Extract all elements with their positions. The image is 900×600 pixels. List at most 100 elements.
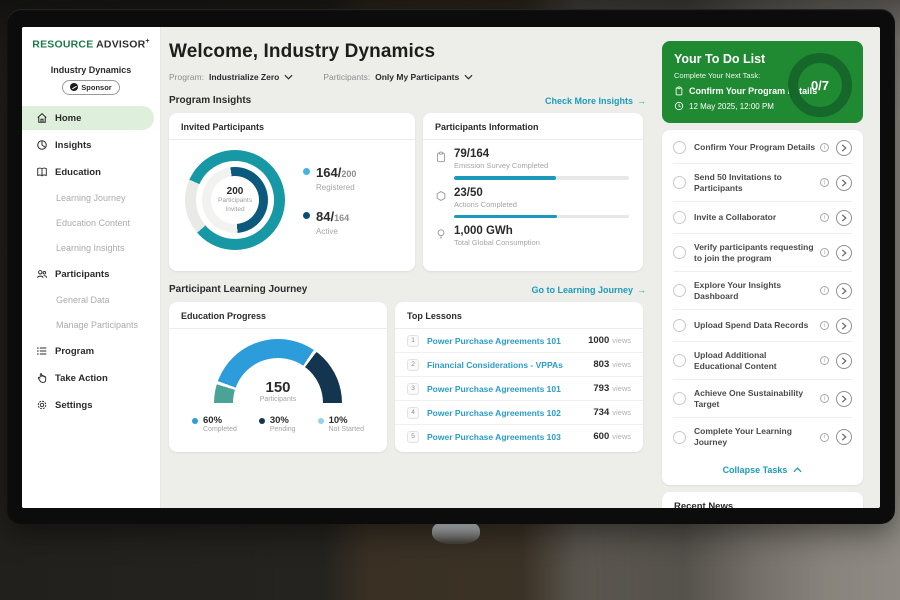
link-label: Check More Insights (545, 96, 633, 106)
legend-value: 30% (270, 415, 296, 426)
monitor-bezel: RESOURCE ADVISOR+ Industry Dynamics Spon… (7, 9, 895, 524)
sidebar-item-insights[interactable]: Insights (22, 133, 160, 157)
legend-not-started: 10% Not Started (318, 415, 364, 433)
learning-journey-header: Participant Learning Journey Go to Learn… (169, 284, 646, 295)
info-icon[interactable]: i (820, 356, 829, 365)
legend-active: 84/164 Active (303, 208, 356, 236)
task-open-button[interactable] (836, 140, 852, 156)
task-open-button[interactable] (836, 283, 852, 299)
lesson-title-link[interactable]: Power Purchase Agreements 101 (427, 336, 588, 346)
task-open-button[interactable] (836, 318, 852, 334)
donut-center-value: 200 (227, 186, 244, 197)
task-row: Confirm Your Program Details i (673, 132, 852, 164)
lesson-title-link[interactable]: Power Purchase Agreements 101 (427, 384, 593, 394)
task-checkbox[interactable] (673, 246, 686, 259)
program-icon (36, 345, 48, 357)
sidebar-item-label: Manage Participants (56, 320, 138, 330)
task-checkbox[interactable] (673, 392, 686, 405)
info-icon[interactable]: i (820, 213, 829, 222)
todo-datetime-label: 12 May 2025, 12:00 PM (689, 102, 774, 111)
task-checkbox[interactable] (673, 211, 686, 224)
task-open-button[interactable] (836, 429, 852, 445)
info-icon[interactable]: i (820, 178, 829, 187)
sidebar-item-learning-journey[interactable]: Learning Journey (22, 187, 160, 209)
todo-summary-card: Your To Do List Complete Your Next Task:… (662, 41, 863, 123)
info-icon[interactable]: i (820, 143, 829, 152)
program-insights-header: Program Insights Check More Insights → (169, 95, 646, 106)
participants-filter-dropdown[interactable]: Participants: Only My Participants (323, 72, 473, 82)
lesson-rank: 4 (407, 407, 419, 419)
actions-completed-row: 23/50 Actions Completed (435, 187, 629, 219)
task-label: Send 50 Invitations to Participants (694, 172, 816, 194)
gauge-center-value: 150 (214, 379, 342, 396)
sidebar-item-program[interactable]: Program (22, 339, 160, 363)
task-row: Send 50 Invitations to Participants i (673, 164, 852, 202)
sidebar-item-learning-insights[interactable]: Learning Insights (22, 237, 160, 259)
lesson-rank: 5 (407, 431, 419, 443)
collapse-tasks-link[interactable]: Collapse Tasks (673, 456, 852, 479)
sidebar-item-settings[interactable]: Settings (22, 393, 160, 417)
sidebar-item-education-content[interactable]: Education Content (22, 212, 160, 234)
sidebar-item-take-action[interactable]: Take Action (22, 366, 160, 390)
task-checkbox[interactable] (673, 319, 686, 332)
todo-counter: 0/7 (811, 78, 829, 93)
link-label: Go to Learning Journey (531, 285, 633, 295)
task-open-button[interactable] (836, 175, 852, 191)
task-checkbox[interactable] (673, 284, 686, 297)
task-checkbox[interactable] (673, 354, 686, 367)
sidebar-item-manage-participants[interactable]: Manage Participants (22, 314, 160, 336)
task-checkbox[interactable] (673, 141, 686, 154)
chevron-right-icon (841, 322, 847, 330)
take-action-icon (36, 372, 48, 384)
sponsor-badge-label: Sponsor (81, 83, 111, 92)
home-icon (36, 112, 48, 124)
lesson-views: 803 (593, 359, 609, 370)
task-open-button[interactable] (836, 353, 852, 369)
info-icon[interactable]: i (820, 321, 829, 330)
task-label: Confirm Your Program Details (694, 142, 816, 153)
lesson-title-link[interactable]: Financial Considerations - VPPAs (427, 360, 593, 370)
clipboard-icon (674, 86, 684, 96)
bulb-icon (435, 228, 447, 240)
lesson-title-link[interactable]: Power Purchase Agreements 102 (427, 408, 593, 418)
info-icon[interactable]: i (820, 433, 829, 442)
clipboard-icon (435, 151, 447, 163)
task-open-button[interactable] (836, 391, 852, 407)
go-to-learning-journey-link[interactable]: Go to Learning Journey → (531, 285, 646, 295)
info-icon[interactable]: i (820, 286, 829, 295)
task-row: Verify participants requesting to join t… (673, 234, 852, 272)
sidebar-item-home[interactable]: Home (22, 106, 154, 130)
lesson-row: 3 Power Purchase Agreements 101 793 view… (395, 377, 643, 401)
metric-value: 23/50 (454, 187, 517, 199)
task-label: Complete Your Learning Journey (694, 426, 816, 448)
sidebar-item-general-data[interactable]: General Data (22, 289, 160, 311)
program-filter-dropdown[interactable]: Program: Industrialize Zero (169, 72, 293, 82)
metric-label: Emission Survey Completed (454, 161, 548, 170)
sidebar-item-label: Home (55, 113, 81, 124)
task-checkbox[interactable] (673, 176, 686, 189)
info-icon[interactable]: i (820, 394, 829, 403)
legend-value: 60% (203, 415, 237, 426)
legend-total: 164 (334, 213, 349, 223)
task-open-button[interactable] (836, 245, 852, 261)
lesson-rank: 2 (407, 359, 419, 371)
sidebar-item-label: Participants (55, 269, 109, 280)
lesson-views-label: views (612, 432, 631, 441)
global-consumption-row: 1,000 GWh Total Global Consumption (435, 225, 629, 247)
sidebar-item-label: Take Action (55, 373, 108, 384)
invited-participants-donut-chart: 200 Participants Invited (185, 150, 285, 250)
task-label: Upload Additional Educational Content (694, 350, 816, 372)
info-icon[interactable]: i (820, 248, 829, 257)
task-checkbox[interactable] (673, 431, 686, 444)
sidebar-item-participants[interactable]: Participants (22, 262, 160, 286)
sidebar-item-education[interactable]: Education (22, 160, 160, 184)
check-more-insights-link[interactable]: Check More Insights → (545, 96, 646, 106)
task-open-button[interactable] (836, 210, 852, 226)
sponsor-badge[interactable]: Sponsor (62, 80, 120, 95)
invited-participants-card: Invited Participants 200 Participants In… (169, 113, 415, 271)
lesson-rank: 1 (407, 335, 419, 347)
task-row: Explore Your Insights Dashboard i (673, 272, 852, 310)
task-label: Upload Spend Data Records (694, 320, 816, 331)
arrow-right-icon: → (637, 96, 646, 106)
lesson-title-link[interactable]: Power Purchase Agreements 103 (427, 432, 593, 442)
